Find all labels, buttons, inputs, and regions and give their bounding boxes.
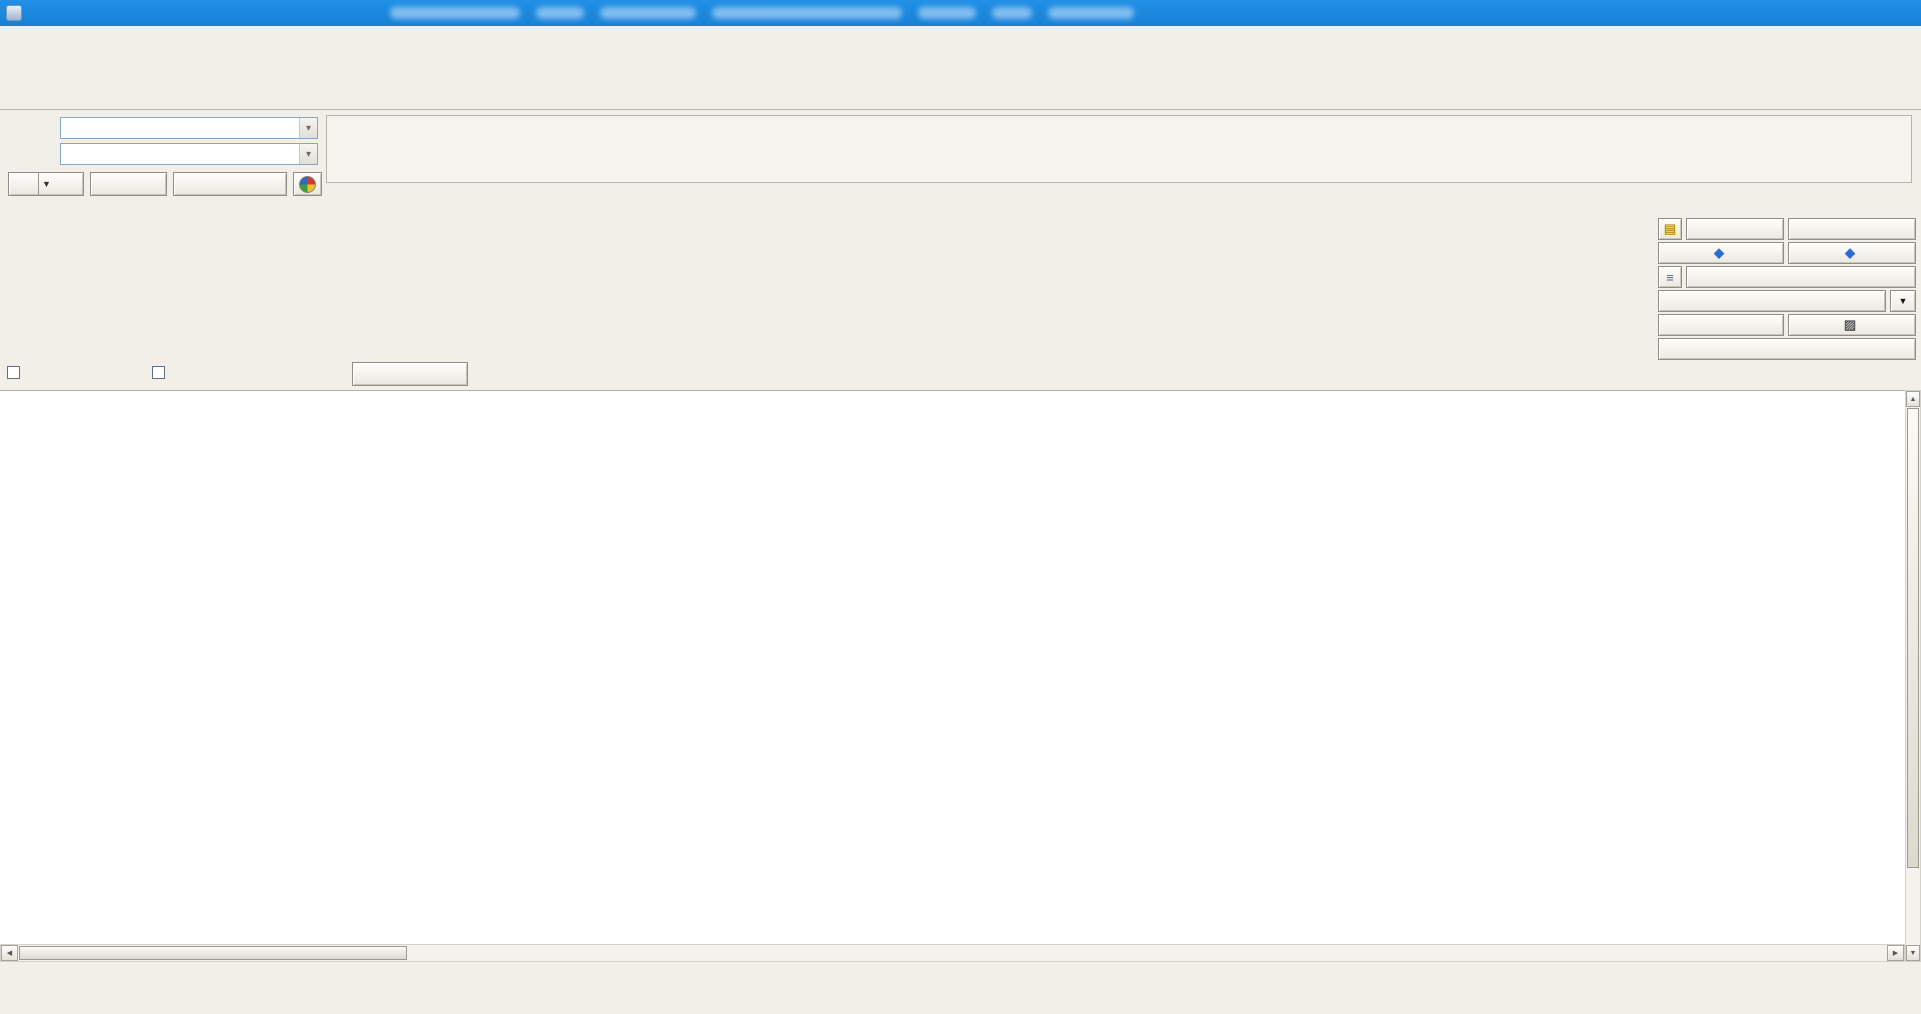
agenda-select[interactable]: ▾ — [60, 143, 318, 165]
reception-mini-button[interactable]: ▤ — [1658, 218, 1682, 240]
lancar-procedimentos-button[interactable] — [1658, 338, 1916, 360]
meus-proc-aberto-button[interactable] — [1788, 218, 1916, 240]
pesquisar-dropdown-icon[interactable]: ▼ — [38, 173, 54, 195]
maximize-button[interactable] — [1809, 0, 1865, 26]
chevron-down-icon[interactable]: ▾ — [299, 118, 317, 138]
horizontal-scroll-thumb[interactable] — [19, 946, 407, 960]
chamar-senha-button[interactable]: ◆ — [1658, 242, 1784, 264]
app-icon — [6, 5, 22, 21]
atestados-button[interactable] — [1686, 266, 1916, 288]
application-window: ▾ ▾ ▼ ▤ ◆ ◆ ≡ ▼ ▨ ◀ ▶ ▲ ▼ — [0, 0, 1921, 1014]
note-icon: ≡ — [1666, 269, 1674, 285]
scroll-left-icon[interactable]: ◀ — [1, 945, 18, 961]
atendimentos-dropdown-button[interactable]: ▼ — [1890, 290, 1916, 312]
observacao-do-dia-button[interactable] — [352, 362, 468, 386]
tab-bar — [0, 82, 1921, 110]
schedule-grid — [0, 390, 1905, 944]
minimize-button[interactable] — [1753, 0, 1809, 26]
action-bar-row2 — [2, 990, 1036, 1010]
calendar-strip — [114, 200, 1492, 356]
calendar-legend — [1589, 200, 1653, 205]
bloquear-desbloquear-button[interactable] — [173, 172, 287, 196]
statistics-button[interactable] — [293, 172, 322, 196]
pesquisar-button[interactable]: ▼ — [8, 172, 84, 196]
vertical-scroll-thumb[interactable] — [1907, 408, 1919, 868]
atestado-mini-button[interactable]: ≡ — [1658, 266, 1682, 288]
scroll-right-icon[interactable]: ▶ — [1887, 945, 1904, 961]
imprimir-button[interactable] — [90, 172, 167, 196]
blurred-title-info — [390, 7, 1150, 19]
close-button[interactable] — [1865, 0, 1921, 26]
observations-panel[interactable] — [326, 115, 1912, 183]
triagem-button[interactable] — [1658, 314, 1784, 336]
unidade-row: ▾ — [0, 117, 330, 139]
extra-options-panel: ▤ ◆ ◆ ≡ ▼ ▨ — [1654, 194, 1916, 364]
title-bar — [0, 0, 1921, 26]
menu-bar — [0, 26, 1921, 46]
action-bar-row1 — [2, 968, 1036, 988]
archive-icon: ▤ — [1663, 221, 1677, 236]
agendamentos-outras-unidades-checkbox[interactable] — [152, 366, 165, 379]
folder-icon: ◆ — [1845, 245, 1855, 260]
agenda-row: ▾ — [0, 143, 330, 165]
folder-icon: ◆ — [1714, 245, 1724, 260]
chevron-down-icon: ▼ — [1898, 296, 1908, 306]
horizontal-scrollbar[interactable]: ◀ ▶ — [0, 944, 1905, 962]
recepcao-button[interactable] — [1686, 218, 1784, 240]
pie-chart-icon — [299, 175, 316, 193]
chamar-paciente-button[interactable]: ◆ — [1788, 242, 1916, 264]
vertical-scrollbar[interactable]: ▲ ▼ — [1905, 390, 1921, 962]
scroll-down-icon[interactable]: ▼ — [1906, 945, 1920, 961]
toolbar — [0, 46, 1921, 82]
mostrar-todos-horarios-checkbox[interactable] — [7, 366, 20, 379]
unidade-select[interactable]: ▾ — [60, 117, 318, 139]
imp-etiqueta-button[interactable]: ▨ — [1788, 314, 1916, 336]
printer-icon: ▨ — [1843, 317, 1857, 332]
chevron-down-icon[interactable]: ▾ — [299, 144, 317, 164]
atendimentos-button[interactable] — [1658, 290, 1886, 312]
scroll-up-icon[interactable]: ▲ — [1906, 391, 1920, 407]
